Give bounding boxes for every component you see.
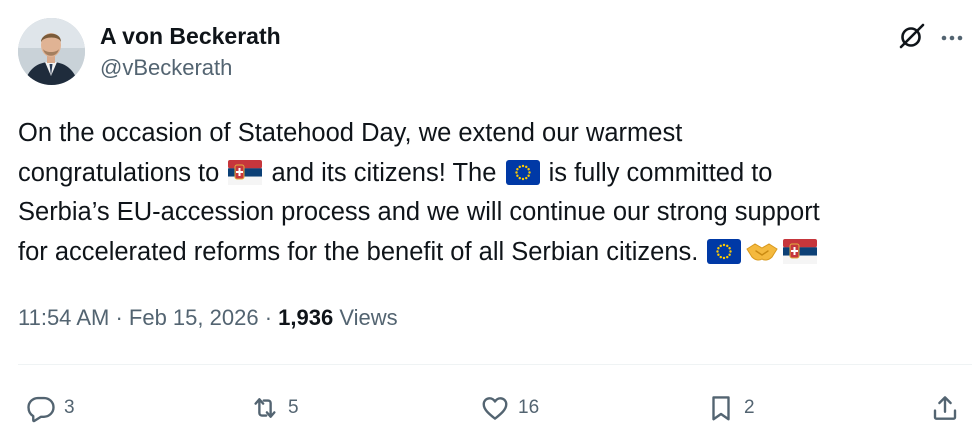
tweet-time[interactable]: 11:54 AM <box>18 305 109 330</box>
views-count[interactable]: 1,936 <box>278 305 333 330</box>
views-label: Views <box>339 305 398 330</box>
bookmark-button[interactable]: 2 <box>706 390 755 426</box>
repost-icon <box>250 393 280 423</box>
meta-separator: · <box>115 305 123 330</box>
meta-separator: · <box>264 305 273 330</box>
share-icon <box>930 393 960 423</box>
action-bar: 3 5 16 2 <box>0 390 972 426</box>
like-count: 16 <box>518 397 540 418</box>
tweet-line-1: On the occasion of Statehood Day, we ext… <box>18 119 683 147</box>
tweet-line-4: for accelerated reforms for the benefit … <box>18 233 958 273</box>
eu-flag-icon <box>505 158 540 198</box>
avatar[interactable] <box>18 18 85 85</box>
tweet-text: On the occasion of Statehood Day, we ext… <box>18 114 958 272</box>
tweet-line-3: Serbia’s EU-accession process and we wil… <box>18 198 820 226</box>
reply-button[interactable]: 3 <box>26 390 75 426</box>
more-options-icon[interactable] <box>938 24 966 52</box>
heart-icon <box>480 393 510 423</box>
repost-button[interactable]: 5 <box>250 390 299 426</box>
tweet-header: A von Beckerath @vBeckerath <box>18 18 972 88</box>
like-button[interactable]: 16 <box>480 390 539 426</box>
eu-flag-icon <box>707 237 742 277</box>
reply-count: 3 <box>64 397 75 418</box>
tweet-line-2: congratulations to and its citizens! The… <box>18 154 958 194</box>
handshake-icon <box>745 237 779 277</box>
display-name[interactable]: A von Beckerath <box>100 22 281 50</box>
avatar-image <box>18 18 85 85</box>
tweet-text-segment: for accelerated reforms for the benefit … <box>18 237 699 266</box>
bookmark-icon <box>706 393 736 423</box>
serbia-flag-icon <box>783 237 818 277</box>
share-button[interactable] <box>930 390 960 426</box>
repost-count: 5 <box>288 397 299 418</box>
bookmark-count: 2 <box>744 397 755 418</box>
reply-icon <box>26 393 56 423</box>
tweet-text-segment: congratulations to <box>18 158 220 187</box>
tweet-date[interactable]: Feb 15, 2026 <box>129 305 259 330</box>
serbia-flag-icon <box>228 158 263 198</box>
tweet-text-segment: is fully committed to <box>548 158 773 187</box>
tweet-meta: 11:54 AM · Feb 15, 2026 · 1,936 Views <box>18 304 398 332</box>
grok-icon[interactable] <box>898 22 926 50</box>
divider <box>18 364 972 365</box>
tweet-text-segment: and its citizens! The <box>271 158 497 187</box>
user-handle[interactable]: @vBeckerath <box>100 54 281 82</box>
